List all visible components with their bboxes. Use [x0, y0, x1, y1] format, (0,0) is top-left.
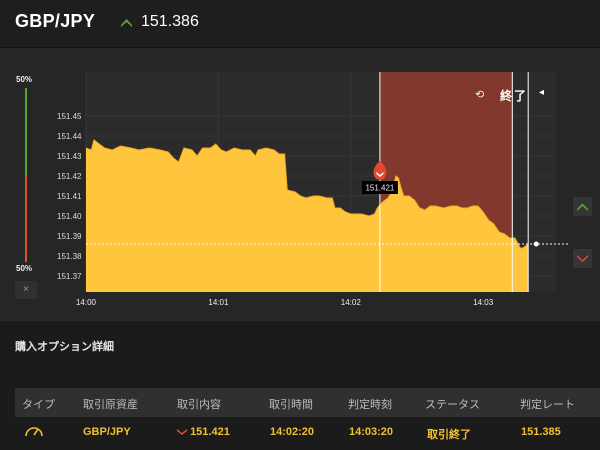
expired-text: 終了 — [500, 89, 529, 103]
trade-time-cell: 14:02:20 — [270, 426, 315, 438]
entry-rate-label: 151.421 — [365, 184, 394, 193]
y-tick-label: 151.45 — [57, 112, 82, 121]
y-tick-label: 151.44 — [57, 132, 82, 141]
table-header: タイプ 取引原資産 取引内容 取引時間 判定時刻 ステータス 判定レート — [15, 388, 600, 417]
x-tick-label: 14:03 — [473, 298, 494, 307]
gauge-icon — [25, 427, 43, 437]
low-button[interactable] — [573, 249, 592, 268]
column-header: ステータス — [425, 399, 480, 411]
y-tick-label: 151.42 — [57, 172, 82, 181]
y-axis-labels: 151.37 151.38 151.39 151.40 151.41 151.42 151.… — [57, 112, 82, 281]
high-button[interactable] — [573, 197, 592, 216]
y-tick-label: 151.40 — [57, 212, 82, 221]
column-header: タイプ — [22, 399, 55, 411]
y-tick-label: 151.39 — [57, 232, 82, 241]
content-cell: 151.421 — [177, 426, 230, 438]
column-header: 判定レート — [520, 399, 575, 411]
judge-rate-cell: 151.385 — [521, 426, 561, 438]
detail-title: 購入オプション詳細 — [15, 341, 114, 353]
expired-label: 終了 — [476, 87, 528, 104]
down-chevron-icon — [577, 255, 588, 262]
column-header: 取引原資産 — [83, 399, 138, 411]
down-chevron-icon — [177, 429, 187, 436]
x-tick-label: 14:01 — [208, 298, 229, 307]
y-tick-label: 151.37 — [57, 272, 82, 281]
current-rate-dot — [533, 241, 539, 247]
table-row[interactable]: GBP/JPY 151.421 14:02:20 14:03:20 取引終了 1… — [15, 417, 600, 447]
y-tick-label: 151.43 — [57, 152, 82, 161]
column-header: 判定時刻 — [348, 399, 392, 411]
asset-cell: GBP/JPY — [83, 426, 131, 438]
x-tick-label: 14:02 — [341, 298, 362, 307]
detail-header: 購入オプション詳細 — [0, 320, 600, 370]
entry-rate: 151.421 — [190, 426, 230, 438]
up-chevron-icon — [577, 203, 588, 211]
y-tick-label: 151.38 — [57, 252, 82, 261]
column-header: 取引時間 — [269, 399, 313, 411]
x-axis-labels: 14:00 14:01 14:02 14:03 — [76, 298, 494, 307]
x-tick-label: 14:00 — [76, 298, 97, 307]
chevron-left-icon: ◂ — [539, 87, 545, 98]
judge-time-cell: 14:03:20 — [349, 426, 394, 438]
column-header: 取引内容 — [177, 399, 221, 411]
price-chart: 151.421 151.37151.38151.39151.40151.4115… — [57, 72, 570, 307]
y-tick-label: 151.41 — [57, 192, 82, 201]
status-cell: 取引終了 — [427, 429, 471, 441]
